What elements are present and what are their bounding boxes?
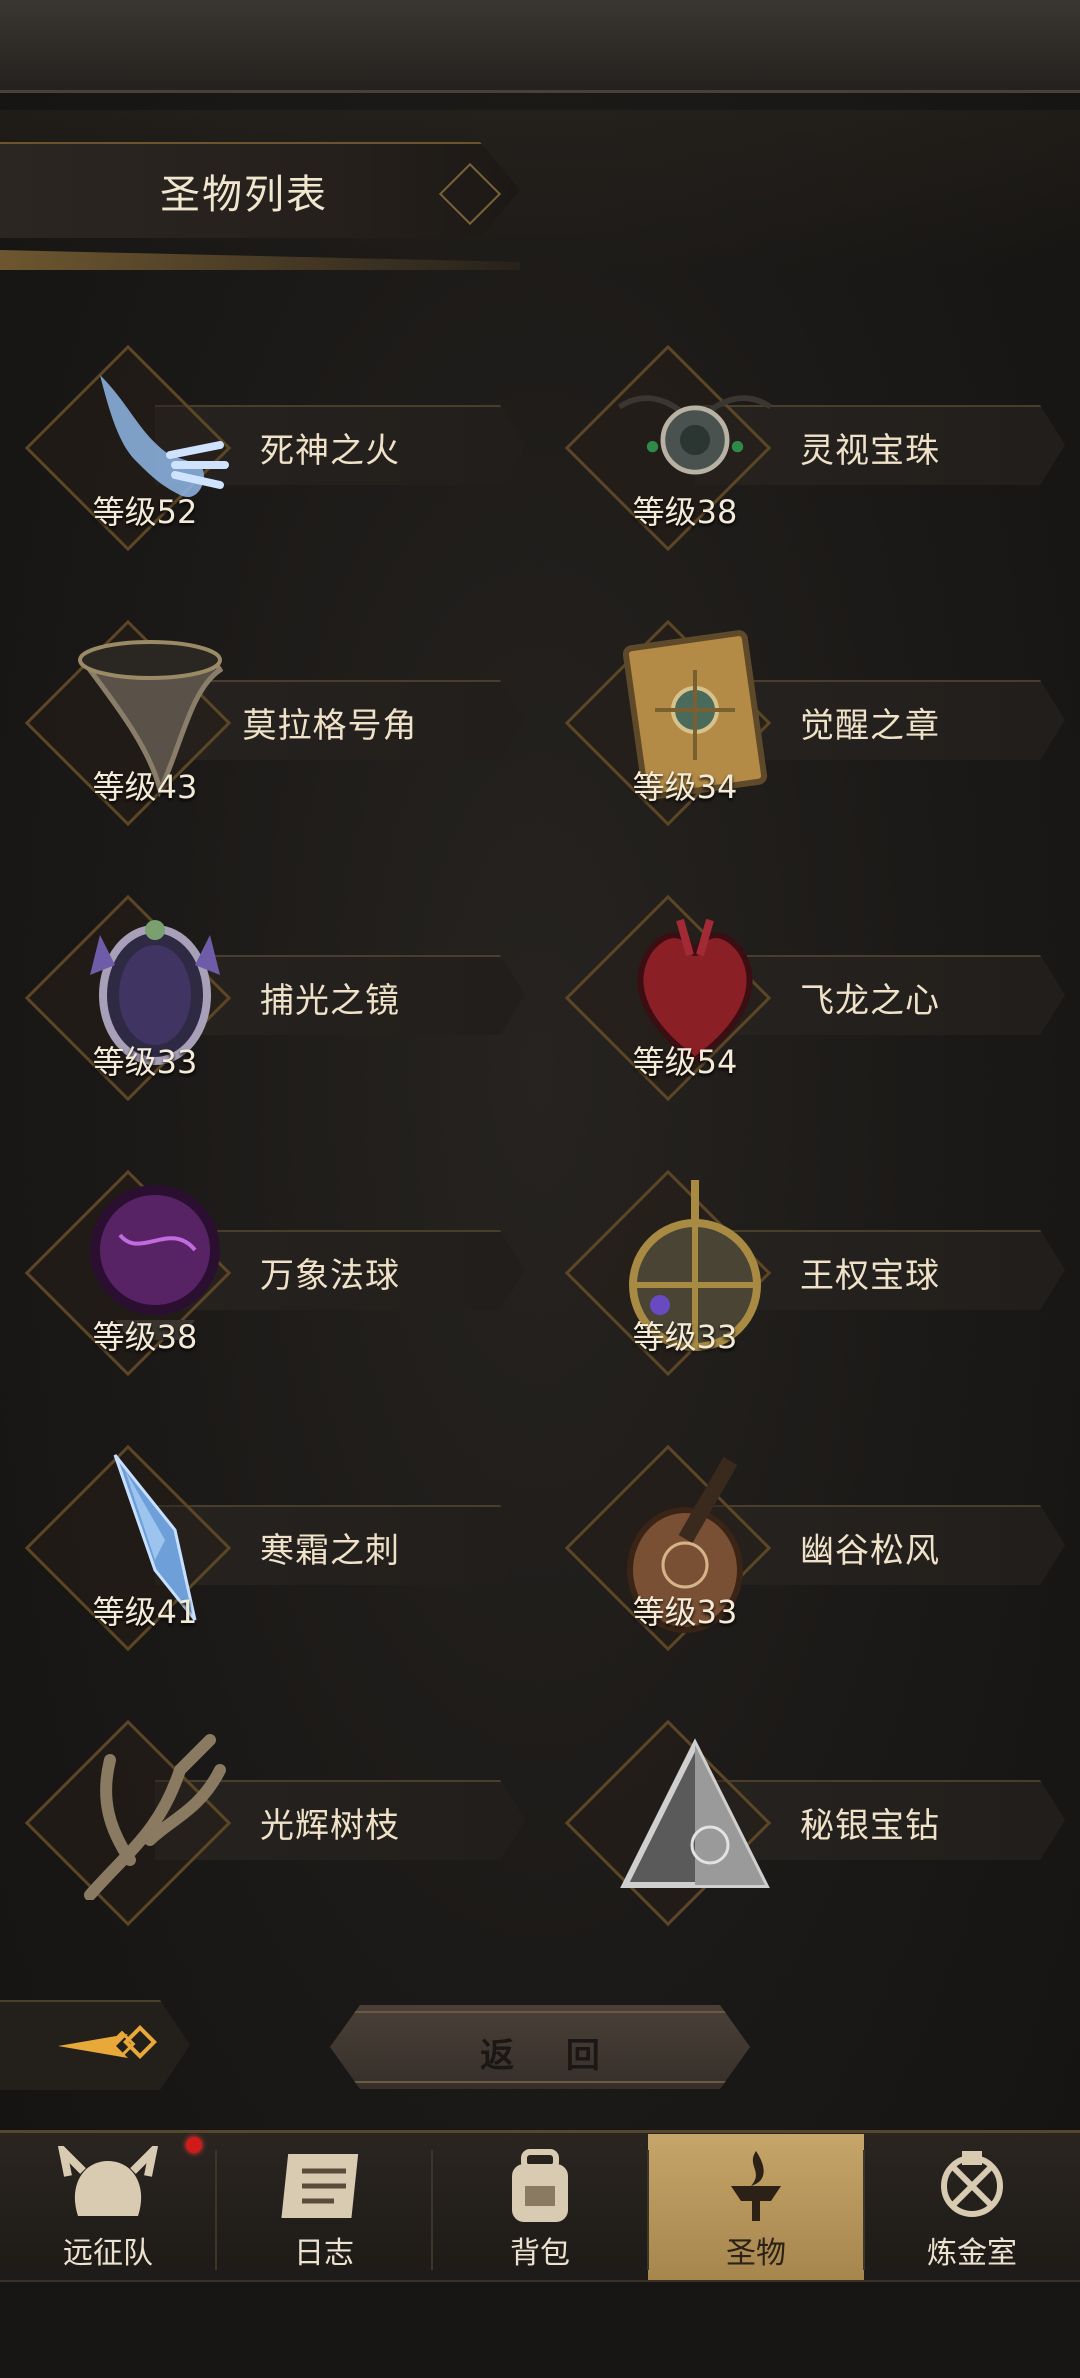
- nav-tab-label: 圣物: [726, 2236, 786, 2271]
- nav-divider: [647, 2150, 649, 2270]
- relic-card[interactable]: 万象法球 等级38: [24, 1169, 545, 1377]
- nav-tab[interactable]: 炼金室: [864, 2134, 1080, 2280]
- relic-level: 等级43: [92, 768, 198, 806]
- relic-name: 幽谷松风: [800, 1531, 940, 1571]
- relic-card[interactable]: 死神之火 等级52: [24, 344, 545, 552]
- relic-name: 捕光之镜: [260, 981, 400, 1021]
- relic-name: 寒霜之刺: [260, 1531, 400, 1571]
- relic-level: 等级33: [92, 1043, 198, 1081]
- nav-tab[interactable]: 日志: [216, 2134, 432, 2280]
- back-arrow-icon[interactable]: [58, 2018, 158, 2074]
- relic-name: 万象法球: [260, 1256, 400, 1296]
- relic-level: 等级52: [92, 493, 198, 531]
- brazier-icon: [706, 2146, 806, 2226]
- relic-card[interactable]: 捕光之镜 等级33: [24, 894, 545, 1102]
- backpack-icon: [490, 2146, 590, 2226]
- relic-name: 莫拉格号角: [242, 706, 418, 746]
- nav-tab-label: 背包: [510, 2236, 570, 2271]
- relic-card[interactable]: 光辉树枝: [24, 1719, 545, 1927]
- relic-level: 等级34: [632, 768, 738, 806]
- bottom-strip: [0, 2280, 1080, 2378]
- relic-name: 王权宝球: [800, 1256, 940, 1296]
- viking-helmet-icon: [56, 2138, 160, 2226]
- relic-level: 等级41: [92, 1593, 198, 1631]
- relic-card[interactable]: 幽谷松风 等级33: [564, 1444, 1080, 1652]
- nav-tab[interactable]: 远征队: [0, 2134, 216, 2280]
- diamond-ornament-icon: [438, 162, 502, 226]
- relic-card[interactable]: 王权宝球 等级33: [564, 1169, 1080, 1377]
- relic-card[interactable]: 秘银宝钻: [564, 1719, 1080, 1927]
- relic-level: 等级33: [632, 1318, 738, 1356]
- scroll-icon: [274, 2146, 374, 2226]
- nav-tab[interactable]: 圣物: [648, 2134, 864, 2280]
- nav-tab-label: 日志: [294, 2236, 354, 2271]
- relic-name: 灵视宝珠: [800, 431, 940, 471]
- relic-card[interactable]: 觉醒之章 等级34: [564, 619, 1080, 827]
- nav-divider: [431, 2150, 433, 2270]
- relic-level: 等级38: [92, 1318, 198, 1356]
- relic-card[interactable]: 寒霜之刺 等级41: [24, 1444, 545, 1652]
- nav-divider: [863, 2150, 865, 2270]
- nav-divider: [215, 2150, 217, 2270]
- page-title: 圣物列表: [160, 172, 328, 218]
- relic-name: 光辉树枝: [260, 1806, 400, 1846]
- relic-card[interactable]: 飞龙之心 等级54: [564, 894, 1080, 1102]
- relic-card[interactable]: 灵视宝珠 等级38: [564, 344, 1080, 552]
- relic-name: 觉醒之章: [800, 706, 940, 746]
- relic-level: 等级54: [632, 1043, 738, 1081]
- relic-level: 等级33: [632, 1593, 738, 1631]
- relic-card[interactable]: 莫拉格号角 等级43: [24, 619, 545, 827]
- notification-badge: [186, 2137, 202, 2153]
- top-bar: [0, 0, 1080, 93]
- relic-name: 飞龙之心: [800, 981, 940, 1021]
- alchemy-icon: [922, 2146, 1022, 2226]
- relic-name: 死神之火: [260, 431, 400, 471]
- relic-level: 等级38: [632, 493, 738, 531]
- nav-tab-label: 炼金室: [927, 2236, 1017, 2271]
- return-button-label: 返 回: [480, 2036, 620, 2076]
- nav-tab[interactable]: 背包: [432, 2134, 648, 2280]
- nav-tab-label: 远征队: [63, 2236, 153, 2271]
- relic-name: 秘银宝钻: [800, 1806, 940, 1846]
